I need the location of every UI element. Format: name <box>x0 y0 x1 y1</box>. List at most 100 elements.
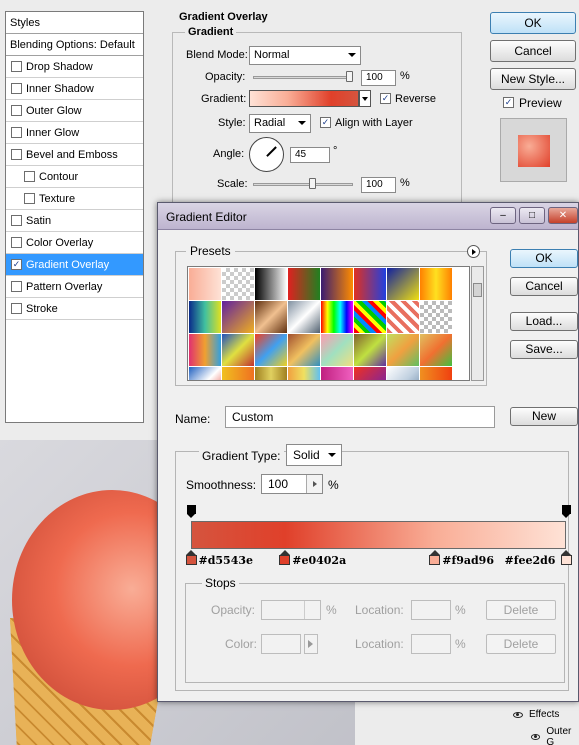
ok-button[interactable]: OK <box>510 249 578 268</box>
opacity-input[interactable]: 100 <box>361 70 396 86</box>
style-item-bevel-and-emboss[interactable]: Bevel and Emboss <box>6 144 143 166</box>
opacity-stop[interactable] <box>186 505 196 519</box>
cancel-button[interactable]: Cancel <box>490 40 576 62</box>
style-item-texture[interactable]: Texture <box>6 188 143 210</box>
style-item-contour[interactable]: Contour <box>6 166 143 188</box>
preset-swatch[interactable] <box>387 268 419 300</box>
preset-swatch[interactable] <box>387 367 419 380</box>
opacity-stop[interactable] <box>561 505 571 519</box>
gradient-name-input[interactable]: Custom <box>225 406 495 428</box>
preset-swatch[interactable] <box>189 334 221 366</box>
scale-slider-thumb[interactable] <box>309 178 316 189</box>
scale-input[interactable]: 100 <box>361 177 396 193</box>
preset-swatch[interactable] <box>354 301 386 333</box>
preset-swatch[interactable] <box>354 367 386 380</box>
effects-row[interactable]: Effects <box>513 709 559 720</box>
close-icon[interactable]: ✕ <box>548 207 578 224</box>
maximize-icon[interactable]: □ <box>519 207 545 224</box>
scale-slider-track[interactable] <box>253 183 353 186</box>
color-location-input[interactable] <box>411 634 451 654</box>
style-item-inner-glow[interactable]: Inner Glow <box>6 122 143 144</box>
preset-swatch[interactable] <box>189 367 221 380</box>
style-checkbox[interactable] <box>11 61 22 72</box>
style-checkbox[interactable] <box>11 83 22 94</box>
angle-input[interactable]: 45 <box>290 147 330 163</box>
style-item-outer-glow[interactable]: Outer Glow <box>6 100 143 122</box>
preset-swatch[interactable] <box>420 334 452 366</box>
delete-color-stop-button[interactable]: Delete <box>486 634 556 654</box>
eye-icon[interactable] <box>513 711 523 718</box>
style-checkbox[interactable] <box>11 303 22 314</box>
style-item-color-overlay[interactable]: Color Overlay <box>6 232 143 254</box>
gradient-type-select[interactable]: Solid <box>286 444 342 466</box>
preset-swatch[interactable] <box>288 268 320 300</box>
style-checkbox[interactable] <box>11 149 22 160</box>
style-checkbox[interactable] <box>24 193 35 204</box>
preset-swatch[interactable] <box>222 367 254 380</box>
style-checkbox[interactable] <box>24 171 35 182</box>
reverse-checkbox[interactable]: ✓ <box>380 93 391 104</box>
stop-color-swatch[interactable] <box>261 634 301 654</box>
preset-swatch[interactable] <box>222 268 254 300</box>
presets-scrollbar[interactable] <box>471 266 484 381</box>
stop-opacity-slider-popup-icon[interactable] <box>304 601 320 619</box>
preset-swatch[interactable] <box>321 367 353 380</box>
delete-opacity-stop-button[interactable]: Delete <box>486 600 556 620</box>
color-stop[interactable] <box>429 550 441 566</box>
style-select[interactable]: Radial <box>249 114 311 133</box>
gradient-preview-swatch[interactable] <box>249 90 359 107</box>
ok-button[interactable]: OK <box>490 12 576 34</box>
preset-swatch[interactable] <box>387 301 419 333</box>
styles-header[interactable]: Styles <box>6 12 143 34</box>
gradient-bar[interactable] <box>191 521 566 549</box>
gradient-picker-dropdown[interactable] <box>359 90 371 107</box>
preview-checkbox[interactable]: ✓ <box>503 97 514 108</box>
blending-options-item[interactable]: Blending Options: Default <box>6 34 143 56</box>
smoothness-input[interactable]: 100 <box>261 474 323 494</box>
style-checkbox[interactable] <box>11 105 22 116</box>
style-checkbox[interactable] <box>11 127 22 138</box>
preset-swatch[interactable] <box>420 301 452 333</box>
preset-swatch[interactable] <box>255 334 287 366</box>
scrollbar-thumb[interactable] <box>473 283 482 297</box>
style-item-gradient-overlay[interactable]: ✓ Gradient Overlay <box>6 254 143 276</box>
preset-swatch[interactable] <box>288 301 320 333</box>
preset-swatch[interactable] <box>354 334 386 366</box>
preset-swatch[interactable] <box>189 301 221 333</box>
preset-swatch[interactable] <box>354 268 386 300</box>
color-stop[interactable] <box>560 550 572 566</box>
title-bar[interactable]: Gradient Editor – □ ✕ <box>158 203 578 230</box>
preset-swatch[interactable] <box>321 334 353 366</box>
new-button[interactable]: New <box>510 407 578 426</box>
load-button[interactable]: Load... <box>510 312 578 331</box>
style-checkbox[interactable] <box>11 215 22 226</box>
style-item-satin[interactable]: Satin <box>6 210 143 232</box>
preset-swatch[interactable] <box>420 268 452 300</box>
stop-opacity-input[interactable] <box>261 600 321 620</box>
save-button[interactable]: Save... <box>510 340 578 359</box>
smoothness-slider-popup-icon[interactable] <box>306 475 322 493</box>
presets-menu-icon[interactable] <box>467 245 480 258</box>
preset-swatch[interactable] <box>222 334 254 366</box>
opacity-slider-thumb[interactable] <box>346 71 353 82</box>
outer-glow-row[interactable]: Outer G <box>531 726 579 745</box>
angle-dial[interactable] <box>249 137 284 172</box>
color-stop[interactable] <box>185 550 197 566</box>
preset-swatch[interactable] <box>255 367 287 380</box>
preset-swatch[interactable] <box>255 301 287 333</box>
style-item-drop-shadow[interactable]: Drop Shadow <box>6 56 143 78</box>
minimize-icon[interactable]: – <box>490 207 516 224</box>
blend-mode-select[interactable]: Normal <box>249 46 361 65</box>
preset-swatch[interactable] <box>288 367 320 380</box>
stop-color-arrow-icon[interactable] <box>304 634 318 654</box>
cancel-button[interactable]: Cancel <box>510 277 578 296</box>
opacity-location-input[interactable] <box>411 600 451 620</box>
align-with-layer-checkbox[interactable]: ✓ <box>320 117 331 128</box>
style-checkbox[interactable]: ✓ <box>11 259 22 270</box>
preset-swatch[interactable] <box>321 268 353 300</box>
preset-swatch[interactable] <box>420 367 452 380</box>
preset-swatch[interactable] <box>189 268 221 300</box>
preset-swatch[interactable] <box>288 334 320 366</box>
style-checkbox[interactable] <box>11 281 22 292</box>
preset-swatch[interactable] <box>387 334 419 366</box>
